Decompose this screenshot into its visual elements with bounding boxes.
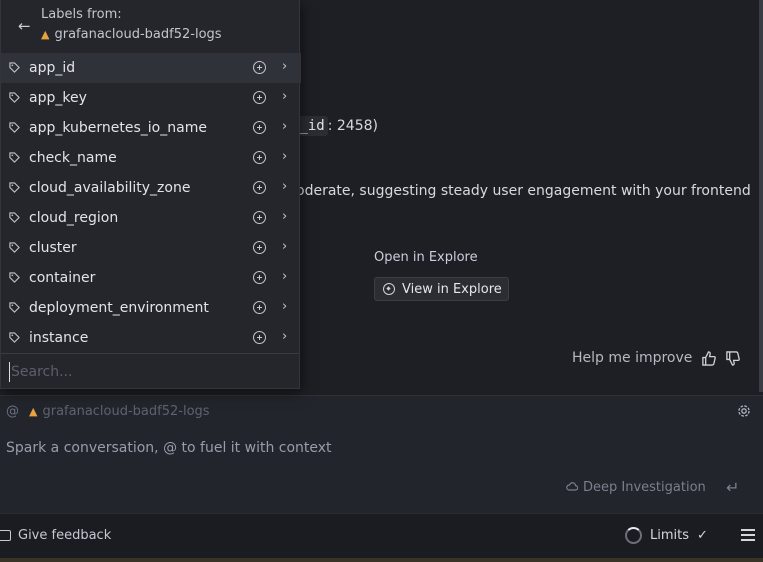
- menu-icon[interactable]: [741, 529, 755, 541]
- enter-icon[interactable]: ↵: [726, 478, 739, 497]
- deep-investigation-button[interactable]: Deep Investigation: [566, 480, 706, 495]
- label-item-name: cloud_region: [29, 210, 119, 226]
- dropdown-title: Labels from:: [41, 7, 122, 22]
- label-item-name: container: [29, 270, 96, 286]
- chevron-right-icon[interactable]: ›: [282, 59, 287, 74]
- check-icon: ✓: [697, 528, 708, 543]
- label-item[interactable]: instance ›: [1, 323, 301, 353]
- thumbs-down-icon[interactable]: [724, 350, 740, 366]
- labels-dropdown: ← Labels from: ▲ grafanacloud-badf52-log…: [0, 0, 301, 389]
- usage-ring-icon: [625, 527, 642, 544]
- thumbs-up-icon[interactable]: [700, 350, 716, 366]
- add-circle-icon[interactable]: [253, 241, 266, 254]
- tag-icon: [9, 152, 20, 163]
- tag-icon: [9, 62, 20, 73]
- dropdown-header: ← Labels from: ▲ grafanacloud-badf52-log…: [1, 0, 299, 53]
- background-strip: [0, 558, 763, 562]
- label-item[interactable]: check_name ›: [1, 143, 301, 173]
- chevron-right-icon[interactable]: ›: [282, 89, 287, 104]
- feedback-icon: [0, 530, 11, 541]
- label-item[interactable]: cloud_region ›: [1, 203, 301, 233]
- chat-input[interactable]: Spark a conversation, @ to fuel it with …: [6, 440, 332, 456]
- back-arrow-icon[interactable]: ←: [18, 17, 31, 35]
- add-circle-icon[interactable]: [253, 331, 266, 344]
- add-circle-icon[interactable]: [253, 151, 266, 164]
- limits-label: Limits: [650, 528, 689, 543]
- context-row: @ ▲ grafanacloud-badf52-logs: [6, 404, 210, 419]
- compass-icon: [383, 283, 395, 295]
- explore-heading: Open in Explore: [374, 250, 478, 265]
- limits-button[interactable]: Limits ✓: [625, 527, 708, 544]
- give-feedback-label: Give feedback: [18, 528, 112, 543]
- cloud-icon: [566, 480, 579, 495]
- add-circle-icon[interactable]: [253, 121, 266, 134]
- tag-icon: [9, 182, 20, 193]
- chevron-right-icon[interactable]: ›: [282, 209, 287, 224]
- add-circle-icon[interactable]: [253, 271, 266, 284]
- label-item-name: check_name: [29, 150, 117, 166]
- label-item[interactable]: deployment_environment ›: [1, 293, 301, 323]
- chevron-right-icon[interactable]: ›: [282, 239, 287, 254]
- add-circle-icon[interactable]: [253, 211, 266, 224]
- label-item-name: app_key: [29, 90, 87, 106]
- loki-logo-icon: ▲: [41, 28, 50, 41]
- tag-icon: [9, 212, 20, 223]
- tag-icon: [9, 92, 20, 103]
- chat-line-label-id: p_id: 2458): [288, 116, 378, 136]
- label-list: app_id › app_key › app_kubernetes_io_name › ch…: [1, 53, 301, 353]
- loki-logo-icon: ▲: [29, 405, 38, 418]
- chevron-right-icon[interactable]: ›: [282, 149, 287, 164]
- view-in-explore-label: View in Explore: [402, 281, 502, 297]
- tag-icon: [9, 302, 20, 313]
- add-circle-icon[interactable]: [253, 181, 266, 194]
- add-circle-icon[interactable]: [253, 91, 266, 104]
- chevron-right-icon[interactable]: ›: [282, 179, 287, 194]
- chat-line-value: : 2458): [327, 118, 378, 134]
- label-item[interactable]: container ›: [1, 263, 301, 293]
- tag-icon: [9, 332, 20, 343]
- dropdown-source: ▲ grafanacloud-badf52-logs: [41, 27, 222, 42]
- context-chip[interactable]: ▲ grafanacloud-badf52-logs: [29, 404, 210, 419]
- label-item[interactable]: app_id ›: [1, 53, 301, 83]
- add-circle-icon[interactable]: [253, 61, 266, 74]
- help-improve-row: Help me improve: [572, 350, 740, 366]
- label-item[interactable]: app_kubernetes_io_name ›: [1, 113, 301, 143]
- chat-input-panel: @ ▲ grafanacloud-badf52-logs Spark a con…: [0, 395, 763, 513]
- gear-icon[interactable]: [737, 404, 751, 418]
- chat-line-summary: oderate, suggesting steady user engageme…: [296, 183, 751, 199]
- tag-icon: [9, 272, 20, 283]
- chevron-right-icon[interactable]: ›: [282, 119, 287, 134]
- dropdown-source-label: grafanacloud-badf52-logs: [54, 27, 222, 42]
- chevron-right-icon[interactable]: ›: [282, 329, 287, 344]
- footer-bar: Give feedback Limits ✓: [0, 513, 763, 558]
- chevron-right-icon[interactable]: ›: [282, 269, 287, 284]
- tag-icon: [9, 122, 20, 133]
- context-source-label: grafanacloud-badf52-logs: [42, 404, 210, 419]
- label-item-name: deployment_environment: [29, 300, 209, 316]
- view-in-explore-button[interactable]: View in Explore: [374, 277, 509, 301]
- label-item[interactable]: cluster ›: [1, 233, 301, 263]
- label-item-name: app_id: [29, 60, 76, 76]
- label-item-name: app_kubernetes_io_name: [29, 120, 207, 136]
- give-feedback-button[interactable]: Give feedback: [0, 528, 111, 543]
- dropdown-search: [1, 353, 299, 389]
- mention-at-symbol[interactable]: @: [6, 404, 19, 419]
- label-item-name: cloud_availability_zone: [29, 180, 191, 196]
- label-item[interactable]: app_key ›: [1, 83, 301, 113]
- label-item-name: instance: [29, 330, 89, 346]
- chevron-right-icon[interactable]: ›: [282, 299, 287, 314]
- label-search-input[interactable]: [9, 362, 289, 382]
- tag-icon: [9, 242, 20, 253]
- label-item-name: cluster: [29, 240, 77, 256]
- deep-investigation-label: Deep Investigation: [583, 480, 706, 495]
- chat-scrollbar[interactable]: [759, 0, 763, 392]
- add-circle-icon[interactable]: [253, 301, 266, 314]
- help-improve-label: Help me improve: [572, 350, 693, 366]
- label-item[interactable]: cloud_availability_zone ›: [1, 173, 301, 203]
